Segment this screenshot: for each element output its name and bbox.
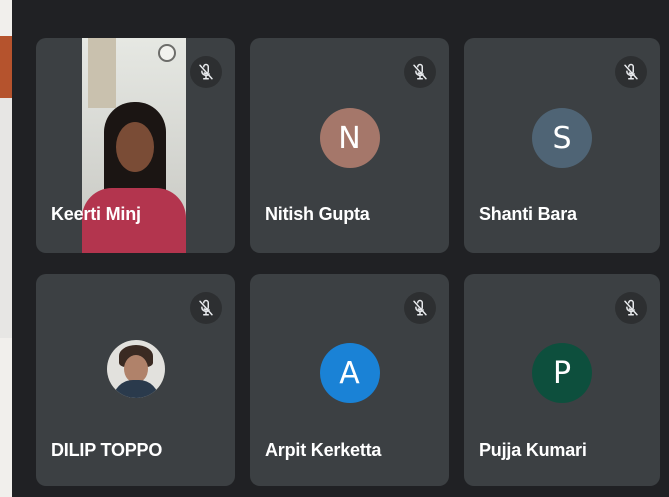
mic-off-icon [190,56,222,88]
mic-off-icon [615,56,647,88]
participant-tile-nitish-gupta[interactable]: N Nitish Gupta [250,38,449,253]
avatar: N [319,108,380,168]
participant-tile-shanti-bara[interactable]: S Shanti Bara [464,38,660,253]
side-panel-area [0,98,12,338]
wall-clock [158,44,176,62]
participant-tile-pujja-kumari[interactable]: P Pujja Kumari [464,274,660,486]
avatar: S [532,108,592,168]
participant-tile-dilip-toppo[interactable]: DILIP TOPPO [36,274,235,486]
participant-grid: Keerti Minj N Nitish Gupta S Shanti Bara… [36,38,660,486]
participant-name: DILIP TOPPO [51,440,163,460]
participant-name: Pujja Kumari [479,440,587,460]
participant-name: Nitish Gupta [265,204,370,224]
mic-off-icon [615,292,647,324]
side-panel-accent [0,36,12,98]
mic-off-icon [404,292,436,324]
avatar: A [319,343,380,403]
mic-off-icon [190,292,222,324]
side-panel-edge [0,0,12,497]
participant-name: Keerti Minj [51,204,141,224]
avatar-photo [106,340,165,398]
participant-tile-arpit-kerketta[interactable]: A Arpit Kerketta [250,274,449,486]
participant-name: Shanti Bara [479,204,577,224]
participant-tile-keerti-minj[interactable]: Keerti Minj [36,38,235,253]
avatar: P [532,343,592,403]
mic-off-icon [404,56,436,88]
participant-name: Arpit Kerketta [265,440,382,460]
